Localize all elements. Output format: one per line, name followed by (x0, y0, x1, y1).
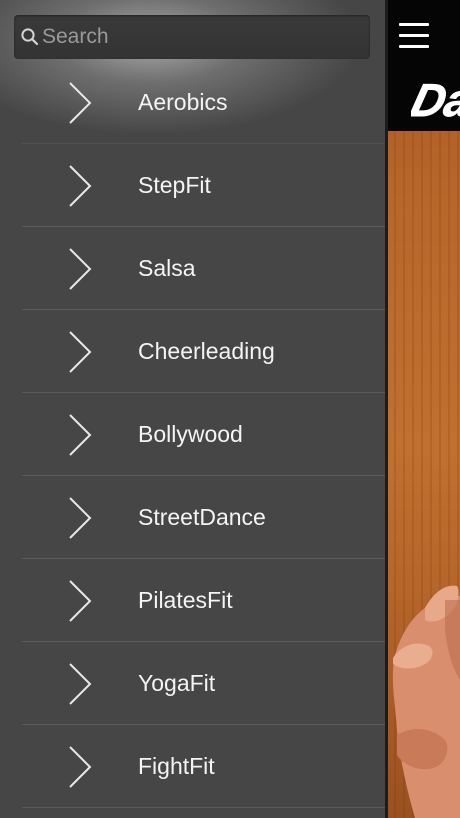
menu-item-label: PilatesFit (138, 587, 233, 613)
menu-item-aerobics[interactable]: Aerobics (0, 61, 385, 144)
search-icon (21, 28, 39, 46)
chevron-right-icon (69, 82, 92, 124)
menu-item-label: Cheerleading (138, 338, 275, 364)
hamburger-icon[interactable] (397, 19, 433, 53)
menu-item-label: StreetDance (138, 504, 266, 530)
svg-text:Da: Da (411, 75, 460, 126)
top-nav-bar: Da (385, 0, 460, 131)
chevron-right-icon (69, 248, 92, 290)
menu-item-yogafit[interactable]: YogaFit (0, 642, 385, 725)
dancer-photo (392, 585, 460, 818)
chevron-right-icon (69, 663, 92, 705)
app-logo: Da (411, 74, 460, 126)
menu-item-label: FightFit (138, 753, 215, 779)
menu-item-salsa[interactable]: Salsa (0, 227, 385, 310)
main-content-preview[interactable]: Da (385, 0, 460, 818)
menu-item-fightfit[interactable]: FightFit (0, 725, 385, 808)
category-menu: Aerobics StepFit Salsa Cheerleading Boll… (0, 61, 385, 808)
menu-item-pilatesfit[interactable]: PilatesFit (0, 559, 385, 642)
chevron-right-icon (69, 331, 92, 373)
chevron-right-icon (69, 746, 92, 788)
menu-item-label: YogaFit (138, 670, 216, 696)
menu-item-label: Bollywood (138, 421, 243, 447)
menu-item-stepfit[interactable]: StepFit (0, 144, 385, 227)
chevron-right-icon (69, 165, 92, 207)
chevron-right-icon (69, 414, 92, 456)
hamburger-line (399, 45, 429, 48)
side-drawer: Aerobics StepFit Salsa Cheerleading Boll… (0, 0, 385, 818)
menu-item-bollywood[interactable]: Bollywood (0, 393, 385, 476)
menu-item-label: StepFit (138, 172, 211, 198)
menu-item-cheerleading[interactable]: Cheerleading (0, 310, 385, 393)
menu-item-label: Aerobics (138, 89, 228, 115)
menu-item-label: Salsa (138, 255, 196, 281)
search-input[interactable] (42, 15, 362, 59)
chevron-right-icon (69, 497, 92, 539)
hamburger-line (399, 34, 429, 37)
menu-item-streetdance[interactable]: StreetDance (0, 476, 385, 559)
search-bar[interactable] (14, 15, 370, 59)
drawer-divider (385, 0, 388, 818)
chevron-right-icon (69, 580, 92, 622)
hamburger-line (399, 23, 429, 26)
